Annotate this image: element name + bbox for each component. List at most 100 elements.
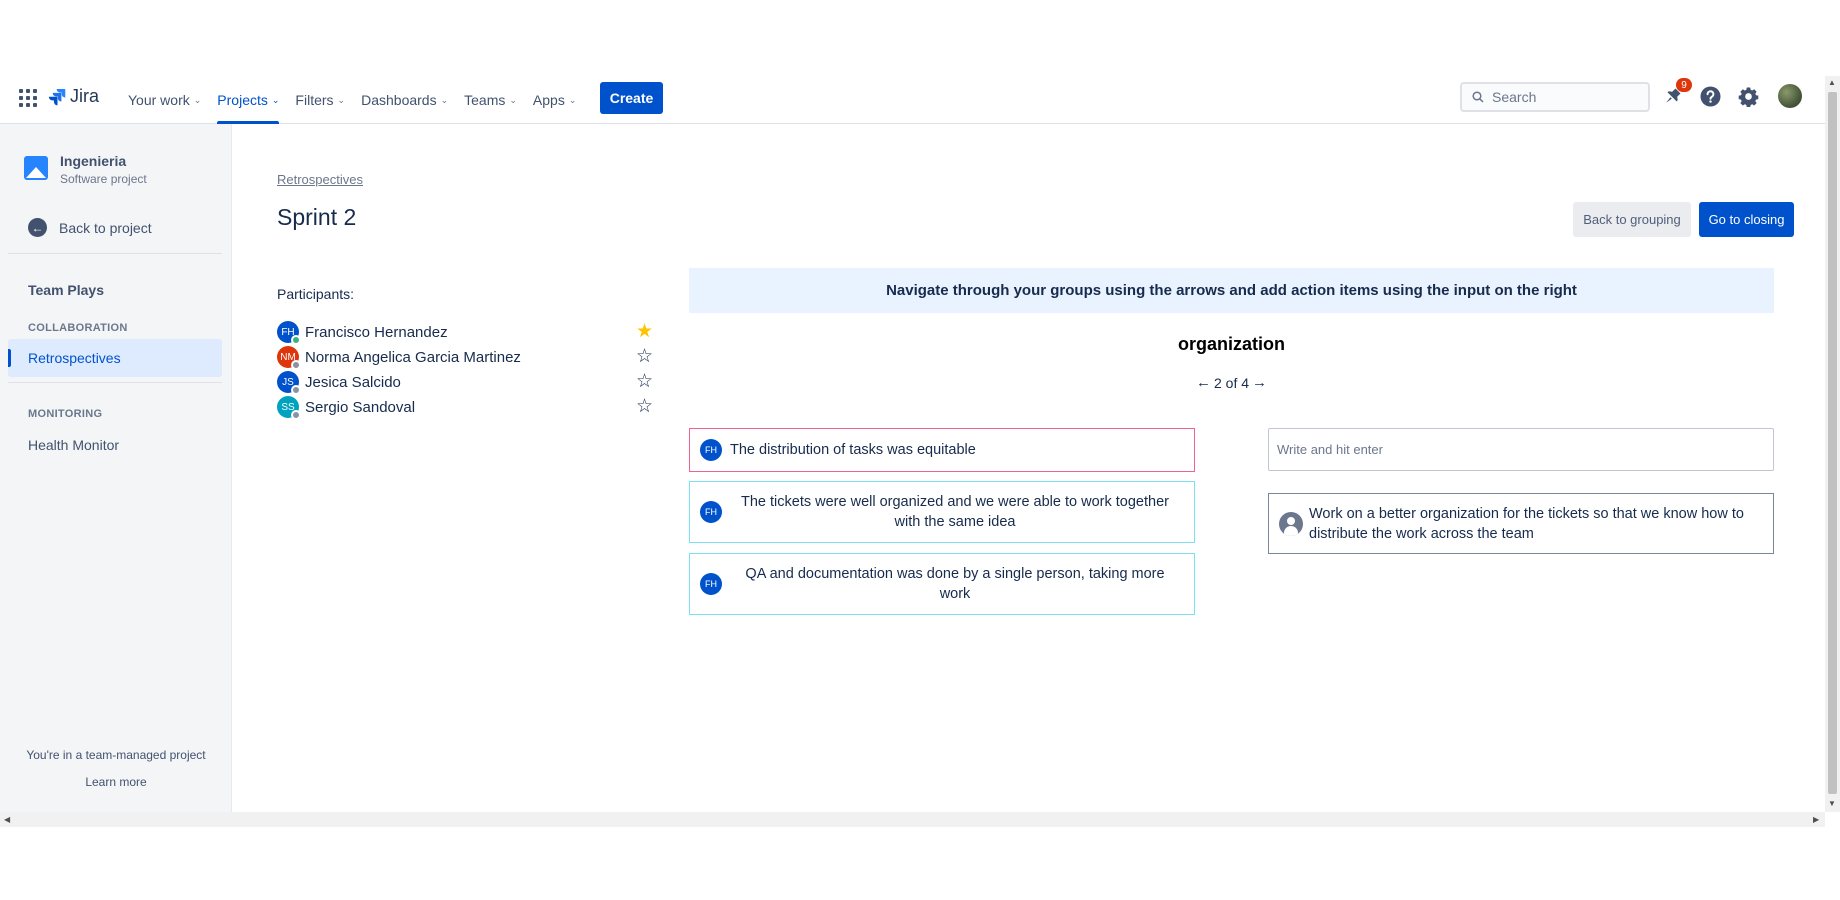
action-item-text: Work on a better organization for the ti… xyxy=(1309,505,1744,542)
offline-status-dot xyxy=(291,385,301,395)
nav-teams[interactable]: Teams ⌄ xyxy=(456,76,525,124)
breadcrumb[interactable]: Retrospectives xyxy=(277,172,363,187)
app-switcher-icon[interactable] xyxy=(19,89,37,107)
sidebar-item-health-monitor[interactable]: Health Monitor xyxy=(8,426,222,464)
project-type: Software project xyxy=(60,172,147,186)
scroll-up-icon[interactable]: ▲ xyxy=(1828,78,1836,87)
settings-button[interactable] xyxy=(1736,84,1760,108)
nav-dashboards-label: Dashboards xyxy=(361,92,437,108)
scrollbar-thumb[interactable] xyxy=(1828,92,1837,794)
participant-name: Sergio Sandoval xyxy=(305,398,416,416)
nav-apps[interactable]: Apps ⌄ xyxy=(525,76,584,124)
participant-row: NM Norma Angelica Garcia Martinez ☆ xyxy=(277,346,657,370)
nav-your-work[interactable]: Your work ⌄ xyxy=(120,76,209,124)
chevron-down-icon: ⌄ xyxy=(509,94,517,105)
retro-card[interactable]: FH The distribution of tasks was equitab… xyxy=(689,428,1195,472)
group-title: organization xyxy=(1178,334,1285,354)
search-input[interactable] xyxy=(1492,89,1642,105)
help-button[interactable] xyxy=(1698,84,1722,108)
avatar: NM xyxy=(277,346,301,370)
horizontal-scrollbar[interactable]: ◀ ▶ xyxy=(0,812,1825,827)
notifications-button[interactable]: 9 xyxy=(1661,78,1692,108)
team-managed-note: You're in a team-managed project xyxy=(26,748,206,762)
project-name: Ingenieria xyxy=(60,153,127,169)
offline-status-dot xyxy=(291,410,301,420)
nav-teams-label: Teams xyxy=(464,92,506,108)
retro-card[interactable]: FH QA and documentation was done by a si… xyxy=(689,553,1195,615)
chevron-down-icon: ⌄ xyxy=(337,94,346,105)
learn-more-link[interactable]: Learn more xyxy=(0,775,232,789)
participant-name: Jesica Salcido xyxy=(305,373,401,391)
avatar: SS xyxy=(277,396,301,420)
scroll-left-icon[interactable]: ◀ xyxy=(4,815,10,824)
notifications-badge: 9 xyxy=(1676,78,1692,92)
sidebar-divider xyxy=(8,253,222,254)
instructions-banner: Navigate through your groups using the a… xyxy=(689,268,1774,313)
group-pager: ← 2 of 4 → xyxy=(689,374,1774,391)
avatar: FH xyxy=(700,501,722,523)
participant-name: Francisco Hernandez xyxy=(305,323,448,341)
arrow-left-circle-icon: ← xyxy=(28,218,47,237)
project-header[interactable]: Ingenieria Software project xyxy=(24,152,147,188)
user-avatar[interactable] xyxy=(1778,84,1802,108)
card-text: The tickets were well organized and we w… xyxy=(741,494,1169,530)
collaboration-heading: COLLABORATION xyxy=(28,322,128,334)
settings-icon xyxy=(1738,86,1758,107)
help-icon xyxy=(1700,86,1720,106)
pager-label: 2 of 4 xyxy=(1213,374,1250,391)
star-filled-icon[interactable]: ★ xyxy=(636,322,653,342)
chevron-down-icon: ⌄ xyxy=(568,94,577,105)
jira-logo-icon xyxy=(48,88,66,105)
star-outline-icon[interactable]: ☆ xyxy=(636,372,653,392)
offline-status-dot xyxy=(291,360,301,370)
project-avatar-icon xyxy=(24,156,48,180)
card-text: The distribution of tasks was equitable xyxy=(730,442,976,458)
jira-logo[interactable]: Jira xyxy=(48,86,99,107)
avatar: FH xyxy=(277,321,301,345)
nav-projects[interactable]: Projects ⌄ xyxy=(209,76,287,124)
monitoring-heading: MONITORING xyxy=(28,408,103,420)
nav-filters[interactable]: Filters ⌄ xyxy=(287,76,353,124)
back-to-grouping-button[interactable]: Back to grouping xyxy=(1573,202,1691,237)
back-to-project-link[interactable]: ← Back to project xyxy=(28,218,152,237)
participant-row: SS Sergio Sandoval ☆ xyxy=(277,396,657,420)
nav-projects-label: Projects xyxy=(217,92,268,108)
avatar: FH xyxy=(700,439,722,461)
user-avatar-icon xyxy=(1279,511,1303,536)
sidebar: Ingenieria Software project ← Back to pr… xyxy=(0,124,232,812)
create-button[interactable]: Create xyxy=(600,82,663,114)
nav-dashboards[interactable]: Dashboards ⌄ xyxy=(353,76,456,124)
sidebar-item-retrospectives[interactable]: Retrospectives xyxy=(8,339,222,377)
jira-logo-text: Jira xyxy=(70,86,100,106)
vertical-scrollbar[interactable]: ▲ ▼ xyxy=(1825,76,1840,812)
nav-apps-label: Apps xyxy=(532,92,565,108)
action-item[interactable]: Work on a better organization for the ti… xyxy=(1268,493,1774,554)
search-box[interactable] xyxy=(1460,82,1650,112)
sidebar-item-team-plays[interactable]: Team Plays xyxy=(8,271,222,309)
online-status-dot xyxy=(291,335,301,345)
arrow-right-icon[interactable]: → xyxy=(1249,374,1270,391)
star-outline-icon[interactable]: ☆ xyxy=(636,397,653,417)
chevron-down-icon: ⌄ xyxy=(193,94,202,105)
page-title: Sprint 2 xyxy=(277,204,357,230)
sidebar-divider xyxy=(8,382,222,383)
chevron-down-icon: ⌄ xyxy=(271,94,280,105)
chevron-down-icon: ⌄ xyxy=(440,94,449,105)
star-outline-icon[interactable]: ☆ xyxy=(636,347,653,367)
participant-name: Norma Angelica Garcia Martinez xyxy=(305,348,521,366)
nav-menu: Your work ⌄ Projects ⌄ Filters ⌄ Dashboards… xyxy=(120,76,584,124)
app-window: Jira Your work ⌄ Projects ⌄ Filters ⌄ Dashb… xyxy=(0,76,1840,828)
participant-row: JS Jesica Salcido ☆ xyxy=(277,371,657,395)
participants-label: Participants: xyxy=(277,286,355,302)
arrow-left-icon[interactable]: ← xyxy=(1193,374,1214,391)
search-icon xyxy=(1472,91,1484,103)
card-text: QA and documentation was done by a singl… xyxy=(745,566,1165,602)
action-item-input[interactable] xyxy=(1268,428,1774,471)
go-to-closing-button[interactable]: Go to closing xyxy=(1699,202,1794,237)
scroll-down-icon[interactable]: ▼ xyxy=(1828,799,1836,808)
scroll-right-icon[interactable]: ▶ xyxy=(1813,815,1819,824)
nav-filters-label: Filters xyxy=(295,92,334,108)
back-to-project-label: Back to project xyxy=(59,219,152,236)
top-navigation: Jira Your work ⌄ Projects ⌄ Filters ⌄ Dashb… xyxy=(0,76,1825,124)
retro-card[interactable]: FH The tickets were well organized and w… xyxy=(689,481,1195,543)
